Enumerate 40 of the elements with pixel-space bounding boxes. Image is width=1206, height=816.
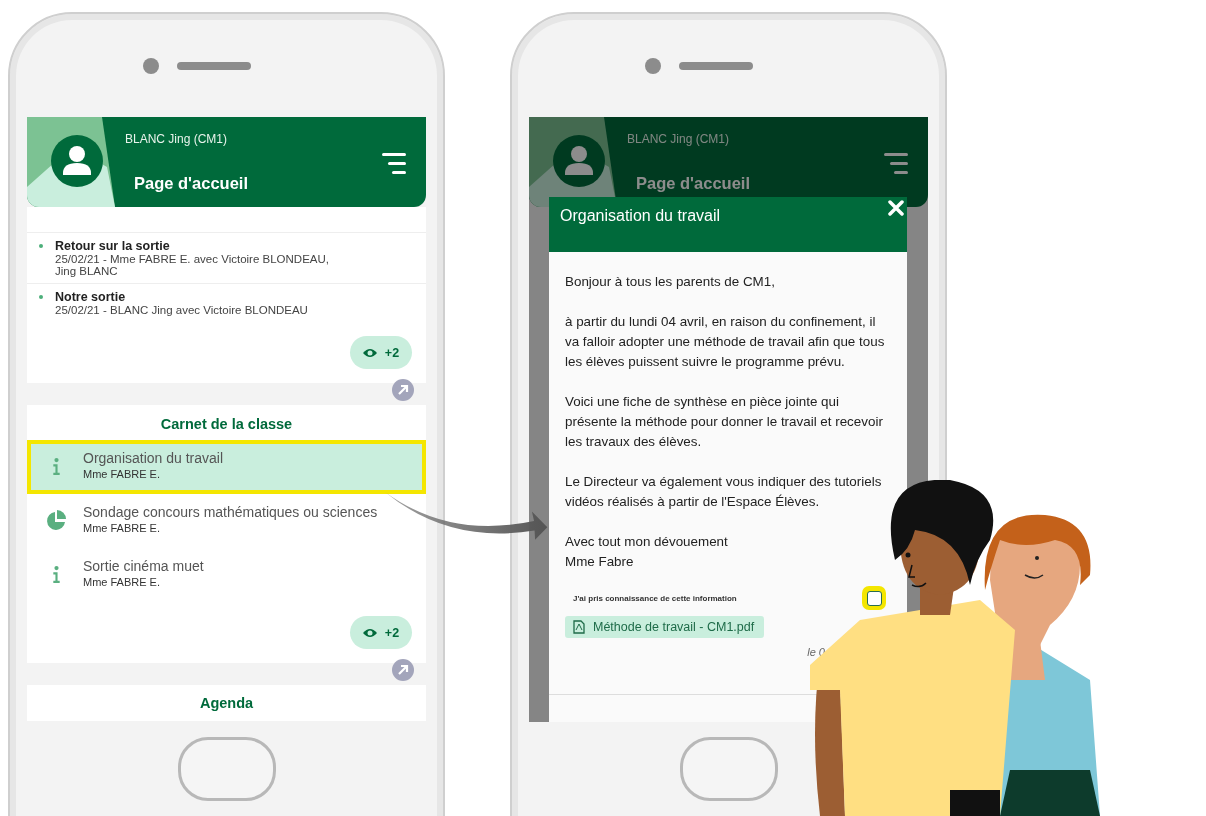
eye-icon bbox=[362, 347, 377, 358]
avatar-icon[interactable] bbox=[553, 135, 605, 187]
more-button[interactable]: +2 bbox=[350, 336, 412, 369]
speaker-icon bbox=[176, 61, 251, 70]
dialog-title: Organisation du travail bbox=[560, 207, 721, 225]
message-paragraph: Voici une fiche de synthèse en pièce jointe qui présente la méthode pour donner le travail et recevoir les travaux des élèves. bbox=[565, 393, 884, 451]
section-title: Agenda bbox=[198, 694, 255, 713]
class-notebook-item[interactable]: Sortie cinéma muet Mme FABRE E. bbox=[27, 548, 426, 602]
message-paragraph: à partir du lundi 04 avril, en raison du confinement, il va falloir adopter une méthode de travail afin que tous les élèves puissent suivre le programme prévu. bbox=[565, 313, 885, 371]
close-button[interactable] bbox=[888, 200, 904, 216]
bullet-dot bbox=[39, 244, 43, 248]
pie-chart-icon bbox=[45, 510, 67, 532]
message-paragraph: Avec tout mon dévouement Mme Fabre bbox=[565, 533, 729, 571]
section-title: Carnet de la classe bbox=[159, 415, 294, 434]
class-notebook-item[interactable]: Sondage concours mathématiques ou sciences Mme FABRE E. bbox=[27, 494, 426, 548]
avatar-icon[interactable] bbox=[51, 135, 103, 187]
pdf-file-icon bbox=[573, 620, 585, 634]
page-title: Page d'accueil bbox=[636, 174, 750, 193]
attachment-button[interactable]: Méthode de travail - CM1.pdf bbox=[565, 616, 765, 638]
info-icon bbox=[52, 566, 61, 584]
message-paragraph: Bonjour à tous les parents de CM1, bbox=[565, 273, 776, 291]
bullet-dot bbox=[39, 295, 43, 299]
info-icon bbox=[52, 458, 61, 476]
eye-icon bbox=[362, 627, 377, 638]
menu-icon[interactable] bbox=[884, 151, 908, 177]
news-details: 25/02/21 - Mme FABRE E. avec Victoire BLONDEAU, Jing BLANC bbox=[55, 253, 330, 277]
camera-icon bbox=[644, 57, 661, 74]
news-title[interactable]: Retour sur la sortie bbox=[55, 239, 336, 253]
news-details: 25/02/21 - BLANC Jing avec Victoire BLONDEAU bbox=[55, 304, 309, 316]
user-name: BLANC Jing (CM1) bbox=[627, 132, 731, 146]
speaker-icon bbox=[678, 61, 753, 70]
message-paragraph: Le Directeur va également vous indiquer des tutoriels vidéos réalisés à partir de l'Espace Élèves. bbox=[565, 473, 883, 511]
class-notebook-item[interactable]: Organisation du travail Mme FABRE E. bbox=[27, 440, 426, 494]
news-title[interactable]: Notre sortie bbox=[55, 290, 336, 304]
acknowledgement-label: J'ai pris connaissance de cette information bbox=[572, 593, 737, 603]
user-name: BLANC Jing (CM1) bbox=[125, 132, 229, 146]
camera-icon bbox=[142, 57, 159, 74]
page-title: Page d'accueil bbox=[134, 174, 248, 193]
more-button[interactable]: +2 bbox=[350, 616, 412, 649]
menu-icon[interactable] bbox=[382, 151, 406, 177]
